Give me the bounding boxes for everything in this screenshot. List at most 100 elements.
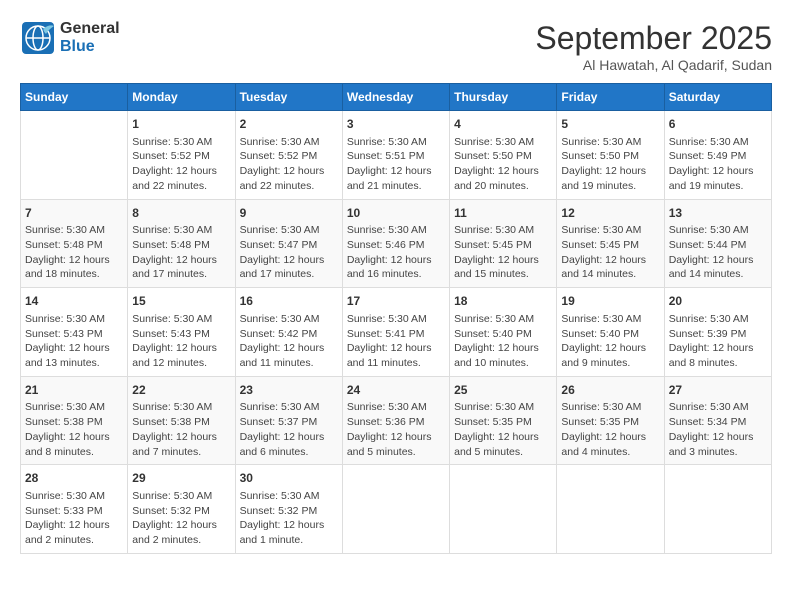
- day-number: 28: [25, 470, 123, 487]
- dow-header-friday: Friday: [557, 84, 664, 111]
- day-number: 18: [454, 293, 552, 310]
- cell-sun-info: Sunrise: 5:30 AM Sunset: 5:47 PM Dayligh…: [240, 223, 338, 282]
- week-row-4: 21Sunrise: 5:30 AM Sunset: 5:38 PM Dayli…: [21, 376, 772, 465]
- calendar-cell: 10Sunrise: 5:30 AM Sunset: 5:46 PM Dayli…: [342, 199, 449, 288]
- week-row-5: 28 Sunrise: 5:30 AM Sunset: 5:33 PM Dayli…: [21, 465, 772, 554]
- day-number: 17: [347, 293, 445, 310]
- dow-header-wednesday: Wednesday: [342, 84, 449, 111]
- day-number: 4: [454, 116, 552, 133]
- cell-sun-info: Sunrise: 5:30 AM Sunset: 5:43 PM Dayligh…: [132, 312, 230, 371]
- cell-sun-info: Sunrise: 5:30 AM Sunset: 5:51 PM Dayligh…: [347, 135, 445, 194]
- day-number: 26: [561, 382, 659, 399]
- dow-header-tuesday: Tuesday: [235, 84, 342, 111]
- page-header: General Blue September 2025 Al Hawatah, …: [20, 20, 772, 73]
- day-number: 25: [454, 382, 552, 399]
- calendar-cell: [557, 465, 664, 554]
- calendar-cell: 27Sunrise: 5:30 AM Sunset: 5:34 PM Dayli…: [664, 376, 771, 465]
- day-number: 20: [669, 293, 767, 310]
- day-number: 15: [132, 293, 230, 310]
- cell-sun-info: Sunrise: 5:30 AM Sunset: 5:50 PM Dayligh…: [454, 135, 552, 194]
- day-number: 27: [669, 382, 767, 399]
- calendar-cell: 16 Sunrise: 5:30 AM Sunset: 5:42 PM Dayli…: [235, 288, 342, 377]
- day-number: 16: [240, 293, 338, 310]
- calendar-cell: 22Sunrise: 5:30 AM Sunset: 5:38 PM Dayli…: [128, 376, 235, 465]
- cell-sun-info: Sunrise: 5:30 AM Sunset: 5:41 PM Dayligh…: [347, 312, 445, 371]
- logo: General Blue: [20, 20, 120, 56]
- day-number: 7: [25, 205, 123, 222]
- cell-sun-info: Sunrise: 5:30 AM Sunset: 5:43 PM Dayligh…: [25, 312, 123, 371]
- calendar-cell: [450, 465, 557, 554]
- logo-text: General Blue: [60, 20, 120, 56]
- calendar-cell: 29Sunrise: 5:30 AM Sunset: 5:32 PM Dayli…: [128, 465, 235, 554]
- days-of-week-row: SundayMondayTuesdayWednesdayThursdayFrid…: [21, 84, 772, 111]
- subtitle: Al Hawatah, Al Qadarif, Sudan: [535, 57, 772, 73]
- calendar-cell: 26Sunrise: 5:30 AM Sunset: 5:35 PM Dayli…: [557, 376, 664, 465]
- cell-sun-info: Sunrise: 5:30 AM Sunset: 5:33 PM Dayligh…: [25, 489, 123, 548]
- cell-sun-info: Sunrise: 5:30 AM Sunset: 5:40 PM Dayligh…: [561, 312, 659, 371]
- cell-sun-info: Sunrise: 5:30 AM Sunset: 5:36 PM Dayligh…: [347, 400, 445, 459]
- calendar-cell: 24Sunrise: 5:30 AM Sunset: 5:36 PM Dayli…: [342, 376, 449, 465]
- cell-sun-info: Sunrise: 5:30 AM Sunset: 5:32 PM Dayligh…: [132, 489, 230, 548]
- calendar-cell: 25Sunrise: 5:30 AM Sunset: 5:35 PM Dayli…: [450, 376, 557, 465]
- calendar-cell: [342, 465, 449, 554]
- day-number: 6: [669, 116, 767, 133]
- cell-sun-info: Sunrise: 5:30 AM Sunset: 5:37 PM Dayligh…: [240, 400, 338, 459]
- cell-sun-info: Sunrise: 5:30 AM Sunset: 5:40 PM Dayligh…: [454, 312, 552, 371]
- calendar-cell: 15 Sunrise: 5:30 AM Sunset: 5:43 PM Dayli…: [128, 288, 235, 377]
- calendar-cell: 28 Sunrise: 5:30 AM Sunset: 5:33 PM Dayli…: [21, 465, 128, 554]
- day-number: 23: [240, 382, 338, 399]
- cell-sun-info: Sunrise: 5:30 AM Sunset: 5:35 PM Dayligh…: [561, 400, 659, 459]
- calendar-cell: 19 Sunrise: 5:30 AM Sunset: 5:40 PM Dayli…: [557, 288, 664, 377]
- cell-sun-info: Sunrise: 5:30 AM Sunset: 5:38 PM Dayligh…: [25, 400, 123, 459]
- week-row-1: 1 Sunrise: 5:30 AM Sunset: 5:52 PM Daylig…: [21, 111, 772, 200]
- week-row-2: 7Sunrise: 5:30 AM Sunset: 5:48 PM Daylig…: [21, 199, 772, 288]
- calendar-cell: 17 Sunrise: 5:30 AM Sunset: 5:41 PM Dayli…: [342, 288, 449, 377]
- calendar-table: SundayMondayTuesdayWednesdayThursdayFrid…: [20, 83, 772, 554]
- calendar-cell: 20Sunrise: 5:30 AM Sunset: 5:39 PM Dayli…: [664, 288, 771, 377]
- main-title: September 2025: [535, 20, 772, 57]
- cell-sun-info: Sunrise: 5:30 AM Sunset: 5:50 PM Dayligh…: [561, 135, 659, 194]
- cell-sun-info: Sunrise: 5:30 AM Sunset: 5:48 PM Dayligh…: [25, 223, 123, 282]
- cell-sun-info: Sunrise: 5:30 AM Sunset: 5:46 PM Dayligh…: [347, 223, 445, 282]
- calendar-cell: 11Sunrise: 5:30 AM Sunset: 5:45 PM Dayli…: [450, 199, 557, 288]
- calendar-cell: 30Sunrise: 5:30 AM Sunset: 5:32 PM Dayli…: [235, 465, 342, 554]
- cell-sun-info: Sunrise: 5:30 AM Sunset: 5:32 PM Dayligh…: [240, 489, 338, 548]
- dow-header-sunday: Sunday: [21, 84, 128, 111]
- cell-sun-info: Sunrise: 5:30 AM Sunset: 5:42 PM Dayligh…: [240, 312, 338, 371]
- calendar-cell: 13Sunrise: 5:30 AM Sunset: 5:44 PM Dayli…: [664, 199, 771, 288]
- cell-sun-info: Sunrise: 5:30 AM Sunset: 5:34 PM Dayligh…: [669, 400, 767, 459]
- day-number: 24: [347, 382, 445, 399]
- day-number: 9: [240, 205, 338, 222]
- calendar-cell: 8Sunrise: 5:30 AM Sunset: 5:48 PM Daylig…: [128, 199, 235, 288]
- calendar-cell: 2Sunrise: 5:30 AM Sunset: 5:52 PM Daylig…: [235, 111, 342, 200]
- cell-sun-info: Sunrise: 5:30 AM Sunset: 5:35 PM Dayligh…: [454, 400, 552, 459]
- cell-sun-info: Sunrise: 5:30 AM Sunset: 5:48 PM Dayligh…: [132, 223, 230, 282]
- day-number: 14: [25, 293, 123, 310]
- calendar-cell: 21Sunrise: 5:30 AM Sunset: 5:38 PM Dayli…: [21, 376, 128, 465]
- calendar-cell: 18 Sunrise: 5:30 AM Sunset: 5:40 PM Dayli…: [450, 288, 557, 377]
- calendar-cell: 4 Sunrise: 5:30 AM Sunset: 5:50 PM Daylig…: [450, 111, 557, 200]
- cell-sun-info: Sunrise: 5:30 AM Sunset: 5:38 PM Dayligh…: [132, 400, 230, 459]
- day-number: 19: [561, 293, 659, 310]
- dow-header-monday: Monday: [128, 84, 235, 111]
- cell-sun-info: Sunrise: 5:30 AM Sunset: 5:52 PM Dayligh…: [132, 135, 230, 194]
- day-number: 11: [454, 205, 552, 222]
- day-number: 3: [347, 116, 445, 133]
- calendar-cell: 23Sunrise: 5:30 AM Sunset: 5:37 PM Dayli…: [235, 376, 342, 465]
- day-number: 1: [132, 116, 230, 133]
- week-row-3: 14 Sunrise: 5:30 AM Sunset: 5:43 PM Dayli…: [21, 288, 772, 377]
- day-number: 8: [132, 205, 230, 222]
- calendar-cell: [21, 111, 128, 200]
- calendar-cell: 9Sunrise: 5:30 AM Sunset: 5:47 PM Daylig…: [235, 199, 342, 288]
- cell-sun-info: Sunrise: 5:30 AM Sunset: 5:45 PM Dayligh…: [454, 223, 552, 282]
- day-number: 13: [669, 205, 767, 222]
- cell-sun-info: Sunrise: 5:30 AM Sunset: 5:52 PM Dayligh…: [240, 135, 338, 194]
- calendar-cell: 12Sunrise: 5:30 AM Sunset: 5:45 PM Dayli…: [557, 199, 664, 288]
- calendar-cell: 5Sunrise: 5:30 AM Sunset: 5:50 PM Daylig…: [557, 111, 664, 200]
- day-number: 22: [132, 382, 230, 399]
- day-number: 12: [561, 205, 659, 222]
- cell-sun-info: Sunrise: 5:30 AM Sunset: 5:49 PM Dayligh…: [669, 135, 767, 194]
- cell-sun-info: Sunrise: 5:30 AM Sunset: 5:44 PM Dayligh…: [669, 223, 767, 282]
- calendar-cell: 7Sunrise: 5:30 AM Sunset: 5:48 PM Daylig…: [21, 199, 128, 288]
- cell-sun-info: Sunrise: 5:30 AM Sunset: 5:45 PM Dayligh…: [561, 223, 659, 282]
